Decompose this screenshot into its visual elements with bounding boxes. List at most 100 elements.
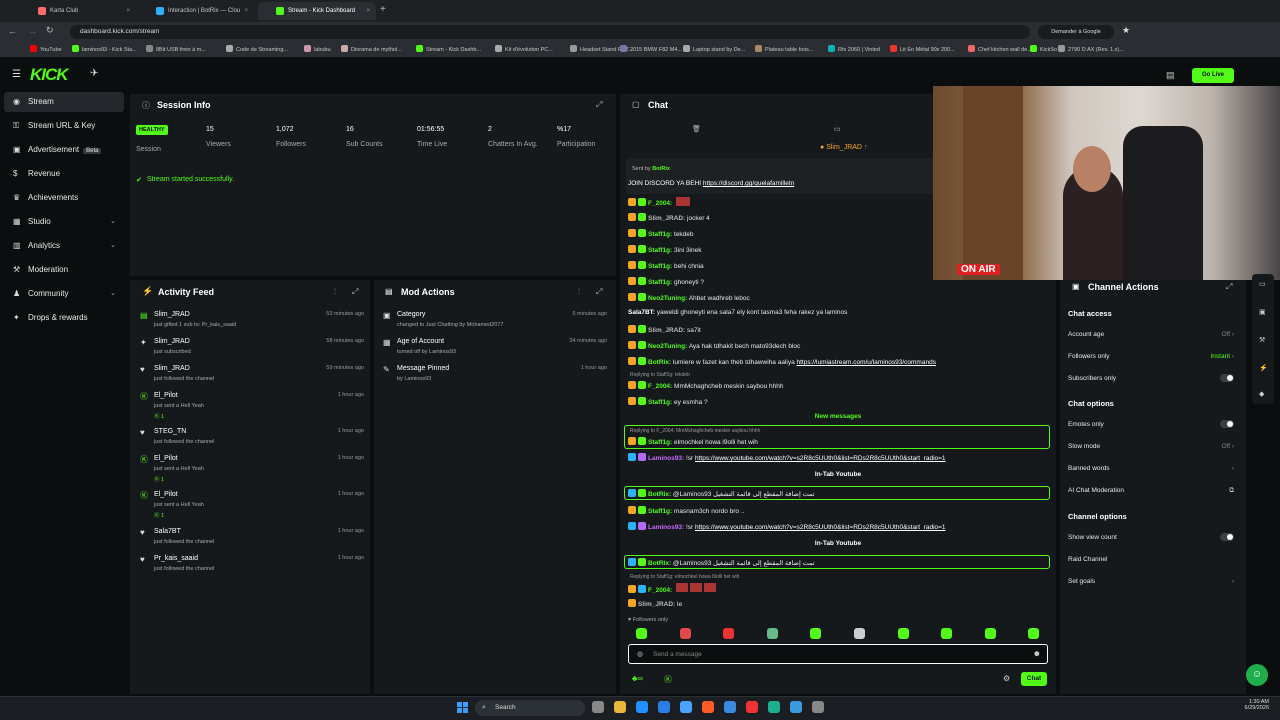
bookmark-item[interactable]: Kit d'évolution PC...: [495, 45, 553, 53]
chat-link[interactable]: https://lumiastream.com/u/laminos93/comm…: [797, 359, 936, 366]
pinned-bot[interactable]: BotRix: [652, 166, 670, 172]
chat-link[interactable]: https://www.youtube.com/watch?v=s2R8c5UU…: [695, 455, 946, 462]
emoji-icon[interactable]: ☻: [1033, 649, 1041, 658]
filter-icon[interactable]: ⫶: [578, 287, 580, 297]
emotes-only-toggle[interactable]: [1220, 420, 1234, 428]
trash-icon[interactable]: 🗑: [692, 125, 701, 133]
rail-video-icon[interactable]: ▣: [1259, 308, 1266, 316]
windows-start-icon[interactable]: [457, 702, 469, 714]
rail-bolt-icon[interactable]: ⚡: [1259, 364, 1268, 372]
sidebar-item-analytics[interactable]: ▥ Analytics ⌄: [4, 236, 124, 256]
bookmark-item[interactable]: 8Bit USB frein à m...: [146, 45, 206, 53]
taskbar-app-icon[interactable]: [658, 701, 670, 713]
chat-link[interactable]: https://www.youtube.com/watch?v=s2R8c5UU…: [695, 524, 946, 531]
expand-icon[interactable]: ⤢: [352, 287, 358, 297]
taskbar-app-icon[interactable]: [724, 701, 736, 713]
sidebar-item-achievements[interactable]: ♛ Achievements: [4, 188, 124, 208]
taskbar-search[interactable]: ⌕ Search: [475, 700, 585, 716]
set-goals-row[interactable]: Set goals ›: [1068, 578, 1238, 585]
filter-icon[interactable]: ⫶: [334, 287, 336, 297]
message-icon[interactable]: ▭: [834, 125, 841, 133]
go-live-button[interactable]: Go Live: [1192, 68, 1234, 83]
new-tab-button[interactable]: +: [380, 4, 386, 15]
sidebar-item-community[interactable]: ♟ Community ⌄: [4, 284, 124, 304]
back-icon[interactable]: ←: [8, 26, 17, 36]
bookmark-item[interactable]: Laptop stand by De...: [683, 45, 745, 53]
rail-shield-icon[interactable]: ◆: [1259, 390, 1264, 398]
bookmark-item[interactable]: KickSo: [1030, 45, 1057, 53]
taskbar-app-icon[interactable]: [680, 701, 692, 713]
close-tab-icon[interactable]: ×: [244, 2, 248, 20]
bookmark-item[interactable]: 2015 BMW F82 M4...: [620, 45, 682, 53]
loyalty-icon[interactable]: ♣∞: [632, 674, 643, 683]
subscribers-only-toggle[interactable]: [1220, 374, 1234, 382]
sidebar-item-moderation[interactable]: ⚒ Moderation: [4, 260, 124, 280]
forward-icon[interactable]: →: [28, 26, 37, 36]
slow-mode-row[interactable]: Slow mode Off ›: [1068, 443, 1238, 450]
show-view-count-toggle[interactable]: [1220, 533, 1234, 541]
expand-icon[interactable]: ⤢: [596, 287, 602, 297]
taskbar-app-icon[interactable]: [614, 701, 626, 713]
studio-icon[interactable]: ▤: [1166, 70, 1175, 81]
ai-moderation-row[interactable]: AI Chat Moderation ⧉: [1068, 487, 1238, 494]
bookmark-item[interactable]: laminos93 - Kick Sta...: [72, 45, 137, 53]
emote-icon[interactable]: [897, 628, 909, 639]
emote-icon[interactable]: [1028, 628, 1040, 639]
clock[interactable]: 1:30 AM 6/29/2026: [1217, 699, 1269, 711]
address-bar[interactable]: dashboard.kick.com/stream: [70, 25, 1030, 39]
emote-icon[interactable]: [984, 628, 996, 639]
kick-coin-icon[interactable]: Ⓚ: [664, 674, 672, 685]
sidebar-item-advertisement[interactable]: ▣ Advertisement Beta: [4, 140, 124, 160]
expand-icon[interactable]: ⤢: [596, 100, 602, 110]
emote-icon[interactable]: [854, 628, 865, 639]
browser-tab[interactable]: Stream - Kick Dashboard ×: [258, 2, 376, 20]
send-chat-button[interactable]: Chat: [1021, 672, 1047, 686]
menu-icon[interactable]: ☰: [12, 69, 21, 80]
emote-icon[interactable]: [766, 628, 778, 639]
bookmark-item[interactable]: Rtx 2060 | Vinted: [828, 45, 880, 53]
bookmark-item[interactable]: labubu: [304, 45, 331, 53]
taskbar-app-icon[interactable]: [812, 701, 824, 713]
bookmark-item[interactable]: Diorama de mythol...: [341, 45, 402, 53]
chat-input[interactable]: ◍ Send a message ☻: [628, 644, 1048, 664]
emote-icon[interactable]: [679, 628, 691, 639]
close-tab-icon[interactable]: ×: [366, 2, 370, 20]
emote-icon[interactable]: [941, 628, 953, 639]
sidebar-item-stream-url-key[interactable]: ⚿ Stream URL & Key: [4, 116, 124, 136]
account-age-row[interactable]: Account age Off ›: [1068, 331, 1238, 338]
show-view-count-row[interactable]: Show view count: [1068, 533, 1238, 541]
emotes-only-row[interactable]: Emotes only: [1068, 420, 1238, 428]
bookmark-item[interactable]: YouTube: [30, 45, 62, 53]
rail-hammer-icon[interactable]: ⚒: [1259, 336, 1265, 344]
bookmark-item[interactable]: Plateau table bois...: [755, 45, 813, 53]
emote-icon[interactable]: [810, 628, 822, 639]
subscribers-only-row[interactable]: Subscribers only: [1068, 374, 1238, 382]
sidebar-item-revenue[interactable]: $ Revenue: [4, 164, 124, 184]
bookmark-item[interactable]: Chef kitchen wall de...: [968, 45, 1032, 53]
browser-tab[interactable]: Karta Club ×: [20, 2, 136, 20]
in-tab-youtube[interactable]: In-Tab Youtube: [628, 471, 1048, 478]
sidebar-item-drops-rewards[interactable]: ✦ Drops & rewards: [4, 308, 124, 328]
taskbar-app-icon[interactable]: [702, 701, 714, 713]
browser-tab[interactable]: Interaction | BotRix — Clou ×: [138, 2, 254, 20]
close-tab-icon[interactable]: ×: [126, 2, 130, 20]
pinned-link[interactable]: https://discord.gg/quelafamilletn: [703, 180, 794, 187]
expand-icon[interactable]: ⤢: [1226, 282, 1232, 292]
pin-nav-icon[interactable]: ✈: [90, 68, 98, 79]
bookmark-item[interactable]: Code de Streaming...: [226, 45, 288, 53]
taskbar-app-icon[interactable]: [746, 701, 758, 713]
sidebar-item-studio[interactable]: ▦ Studio ⌄: [4, 212, 124, 232]
rail-chat-icon[interactable]: ▭: [1259, 280, 1266, 288]
banned-words-row[interactable]: Banned words ›: [1068, 465, 1238, 472]
in-tab-youtube[interactable]: In-Tab Youtube: [628, 540, 1048, 547]
taskbar-app-icon[interactable]: [636, 701, 648, 713]
help-chat-icon[interactable]: ☺: [1246, 664, 1268, 686]
sidebar-item-stream[interactable]: ◉ Stream: [4, 92, 124, 112]
ask-google-button[interactable]: Demander à Google: [1038, 25, 1114, 39]
settings-icon[interactable]: ⚙: [1003, 674, 1010, 683]
emote-icon[interactable]: [636, 628, 647, 639]
kick-logo[interactable]: KICK: [30, 65, 69, 85]
taskbar-app-icon[interactable]: [592, 701, 604, 713]
reload-icon[interactable]: ↻: [46, 25, 54, 36]
raid-channel-row[interactable]: Raid Channel: [1068, 556, 1238, 563]
